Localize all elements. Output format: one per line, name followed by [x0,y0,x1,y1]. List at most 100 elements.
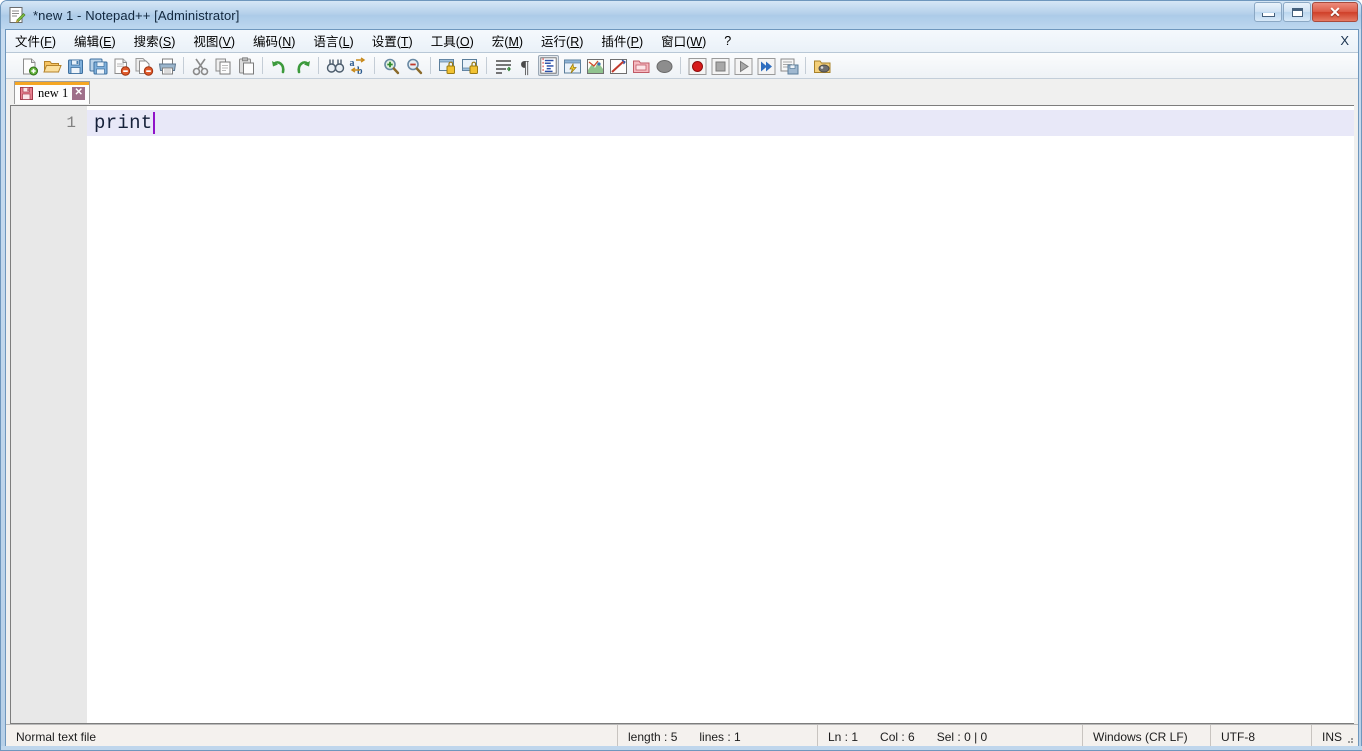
status-caret-position: Ln : 1 Col : 6 Sel : 0 | 0 [818,725,1083,748]
menu-bar: 文件(F) 编辑(E) 搜索(S) 视图(V) 编码(N) 语言(L) 设置(T… [6,30,1358,53]
menu-edit[interactable]: 编辑(E) [65,28,125,54]
menu-help[interactable]: ? [715,31,740,52]
close-button[interactable]: ✕ [1312,2,1358,22]
menu-tools[interactable]: 工具(O) [422,28,483,54]
monitoring-icon[interactable] [653,55,674,76]
open-file-icon[interactable] [41,55,62,76]
menu-settings-tail: ) [408,35,413,49]
menu-language[interactable]: 语言(L) [304,28,362,54]
tab-close-icon[interactable]: ✕ [72,86,86,100]
save-macro-icon[interactable] [778,55,799,76]
maximize-button[interactable] [1283,2,1311,22]
menu-tools-label: 工具( [430,35,460,49]
show-all-characters-icon[interactable]: ¶ [515,55,536,77]
editor-area[interactable]: 1 print [10,105,1354,724]
line-number: 1 [66,114,76,132]
maximize-icon [1291,7,1303,17]
play-macro-icon[interactable] [732,55,753,76]
sync-vertical-scroll-icon[interactable] [436,55,457,76]
zoom-out-icon[interactable] [403,55,424,76]
menu-plugins[interactable]: 插件(P) [592,28,652,54]
document-map-icon[interactable] [584,55,605,76]
stop-recording-icon[interactable] [709,55,730,76]
run-macro-multiple-icon[interactable] [755,55,776,76]
tab-close-glyph: ✕ [74,87,83,98]
code-line-current[interactable]: print [87,110,1354,136]
toolbar: a b ¶ [6,53,1358,79]
menu-language-label: 语言( [313,35,343,49]
copy-icon[interactable] [212,55,233,76]
undo-icon[interactable] [268,55,289,76]
menu-macro-mnemonic: M [508,35,519,49]
word-wrap-icon[interactable] [492,55,513,76]
menu-search-mnemonic: S [162,35,172,49]
status-sel: Sel : 0 | 0 [936,729,988,744]
menu-view[interactable]: 视图(V) [184,28,244,54]
minimize-button[interactable] [1254,2,1282,22]
menu-macro-label: 宏( [491,35,509,49]
menu-view-tail: ) [230,35,236,49]
menu-settings-label: 设置( [371,35,401,49]
menu-file[interactable]: 文件(F) [6,28,65,54]
menu-plugins-tail: ) [638,35,644,49]
window-controls: ✕ [1254,2,1358,22]
menu-encoding-label: 编码( [253,35,283,49]
redo-icon[interactable] [291,55,312,76]
menu-window-mnemonic: W [690,35,703,49]
close-document-button[interactable]: X [1340,33,1349,48]
window-title: *new 1 - Notepad++ [Administrator] [33,7,240,23]
svg-text:a: a [350,58,355,69]
notepad-plus-plus-icon [8,6,26,24]
tab-new-1[interactable]: new 1 ✕ [14,81,91,104]
status-col: Col : 6 [880,729,915,744]
client-area: 文件(F) 编辑(E) 搜索(S) 视图(V) 编码(N) 语言(L) 设置(T… [5,29,1359,748]
close-file-icon[interactable] [110,55,131,76]
status-eol-format[interactable]: Windows (CR LF) [1083,725,1211,748]
resize-grip-icon[interactable] [1343,733,1355,745]
menu-settings[interactable]: 设置(T) [363,28,422,54]
toolbar-separator [183,57,184,74]
status-length: length : 5 [628,729,678,744]
unsaved-file-icon [20,86,33,100]
svg-text:b: b [357,66,363,77]
menu-macro[interactable]: 宏(M) [483,28,532,54]
zoom-in-icon[interactable] [380,55,401,76]
find-icon[interactable] [324,55,345,76]
toolbar-separator [374,57,375,74]
toolbar-separator [680,57,681,74]
code-text: print [94,112,153,134]
menu-language-mnemonic: L [342,35,350,49]
menu-window[interactable]: 窗口(W) [652,28,715,54]
menu-run-label: 运行( [541,35,571,49]
cut-icon[interactable] [189,55,210,76]
sync-horizontal-scroll-icon[interactable] [459,55,480,76]
code-canvas[interactable]: print [87,106,1354,723]
tab-active-indicator [15,82,90,85]
window-bottom-edge [1,746,1362,750]
function-list-icon[interactable] [607,55,628,76]
save-all-icon[interactable] [87,55,108,76]
save-icon[interactable] [64,55,85,76]
status-encoding[interactable]: UTF-8 [1211,725,1312,748]
menu-plugins-mnemonic: P [630,35,639,49]
run-icon[interactable] [811,55,832,76]
close-icon: ✕ [1329,4,1341,20]
folder-as-workspace-icon[interactable] [630,55,651,76]
menu-run[interactable]: 运行(R) [532,28,592,54]
notepad-plus-plus-window: *new 1 - Notepad++ [Administrator] ✕ 文件(… [0,0,1362,751]
print-icon[interactable] [156,55,177,76]
close-all-files-icon[interactable] [133,55,154,76]
menu-tools-tail: ) [469,35,474,49]
indent-guide-icon[interactable] [538,55,559,76]
paste-icon[interactable] [235,55,256,76]
replace-icon[interactable]: a b [347,55,368,77]
new-file-icon[interactable] [18,55,39,76]
menu-search-label: 搜索( [133,35,163,49]
menu-search[interactable]: 搜索(S) [125,28,185,54]
menu-file-tail: ) [51,35,56,49]
status-ln: Ln : 1 [828,729,859,744]
record-macro-icon[interactable] [686,55,707,76]
text-caret [152,112,155,134]
menu-encoding[interactable]: 编码(N) [244,28,304,54]
user-defined-dialog-icon[interactable] [561,55,582,76]
